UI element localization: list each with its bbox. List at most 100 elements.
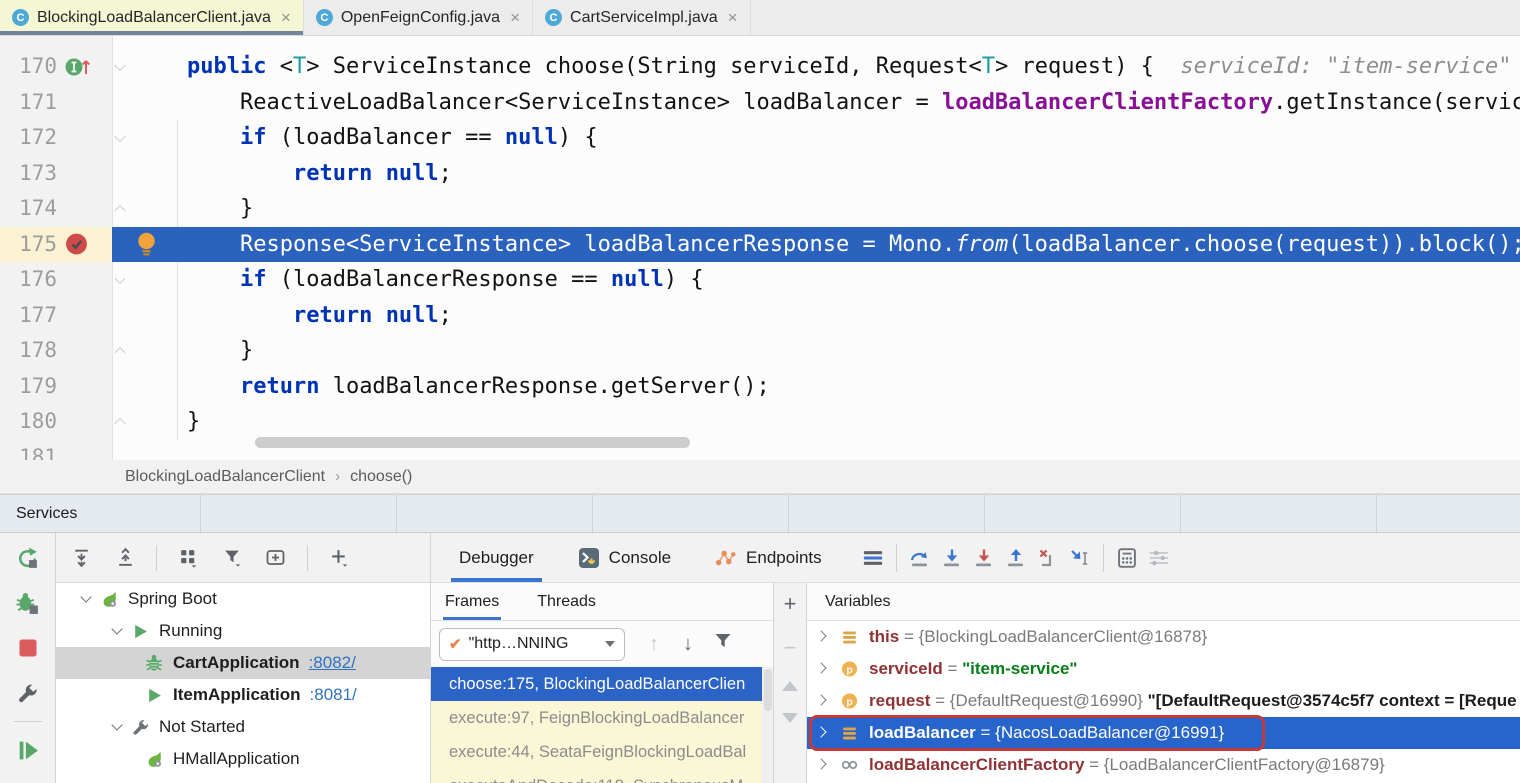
code-text[interactable]: return loadBalancerResponse.getServer(); [134,369,1520,405]
chevron-down-icon[interactable] [111,623,122,634]
tab-frames[interactable]: Frames [443,593,501,620]
code-text[interactable]: return null; [134,298,1520,334]
services-tree-row[interactable]: Spring Boot [56,583,430,615]
code-line[interactable]: 178 } [0,333,1520,369]
view-options-icon[interactable] [862,547,884,569]
thread-selector-dropdown[interactable]: ✔ "http…NNING [439,628,625,661]
services-tree-row[interactable]: CartApplication:8082/ [56,647,430,679]
chevron-right-icon[interactable] [815,662,826,673]
restart-debug-button[interactable] [15,590,41,616]
tab-endpoints[interactable]: Endpoints [711,533,826,582]
code-line[interactable]: 172 if (loadBalancer == null) { [0,120,1520,156]
chevron-down-icon[interactable] [80,591,91,602]
tab-threads[interactable]: Threads [535,593,598,620]
step-over-button[interactable] [909,547,931,569]
stack-frame-row[interactable]: choose:175, BlockingLoadBalancerClien [431,667,773,701]
services-tree-row[interactable]: Running [56,615,430,647]
code-line[interactable]: 179 return loadBalancerResponse.getServe… [0,369,1520,405]
stack-frame-row[interactable]: executeAndDecode:118, SynchronousM [431,769,773,783]
previous-frame-button[interactable]: ↑ [649,633,659,656]
add-watch-button[interactable]: + [784,593,797,615]
evaluate-expression-button[interactable] [1116,547,1138,569]
breadcrumb-class[interactable]: BlockingLoadBalancerClient [125,468,325,486]
services-tree-row[interactable]: Not Started [56,711,430,743]
variable-row[interactable]: loadBalancer = {NacosLoadBalancer@16991} [807,717,1520,749]
close-icon[interactable]: × [510,9,520,26]
expand-all-button[interactable] [68,545,94,571]
stack-frame-row[interactable]: execute:97, FeignBlockingLoadBalancer [431,701,773,735]
code-line[interactable]: 174 } [0,191,1520,227]
code-line[interactable]: 173 return null; [0,156,1520,192]
scroll-down-button[interactable] [782,713,798,723]
filter-frames-button[interactable] [713,631,733,657]
code-text[interactable]: } [134,404,1520,440]
tab-console[interactable]: Console [574,533,675,582]
variable-row[interactable]: this = {BlockingLoadBalancerClient@16878… [807,621,1520,653]
add-configuration-button[interactable] [263,545,289,571]
chevron-down-icon[interactable] [111,719,122,730]
code-text[interactable]: Response<ServiceInstance> loadBalancerRe… [134,227,1520,263]
layout-settings-button[interactable] [1148,547,1170,569]
remove-watch-button[interactable]: − [784,637,797,659]
stop-button[interactable] [15,635,41,661]
code-line[interactable]: 177 return null; [0,298,1520,334]
horizontal-scrollbar[interactable] [255,437,690,448]
step-into-button[interactable] [941,547,963,569]
force-step-into-button[interactable] [973,547,995,569]
fold-start-icon[interactable] [114,130,125,141]
edit-configuration-button[interactable] [15,680,41,706]
fold-start-icon[interactable] [114,59,125,70]
code-line[interactable]: 175 Response<ServiceInstance> loadBalanc… [0,227,1520,263]
code-text[interactable]: } [134,191,1520,227]
filter-button[interactable] [219,545,245,571]
fold-start-icon[interactable] [114,272,125,283]
code-line[interactable]: 176 if (loadBalancerResponse == null) { [0,262,1520,298]
code-text[interactable]: ReactiveLoadBalancer<ServiceInstance> lo… [134,85,1520,121]
step-out-button[interactable] [1005,547,1027,569]
code-line[interactable]: 180 } [0,404,1520,440]
add-service-button[interactable] [326,545,352,571]
code-text[interactable]: if (loadBalancer == null) { [134,120,1520,156]
tab-debugger[interactable]: Debugger [455,533,538,582]
implementing-method-icon[interactable] [64,56,94,78]
chevron-right-icon[interactable] [815,630,826,641]
services-tree-row[interactable] [56,775,430,783]
chevron-right-icon[interactable] [815,758,826,769]
editor-tab[interactable]: COpenFeignConfig.java× [304,0,533,35]
variable-row[interactable]: loadBalancerClientFactory = {LoadBalance… [807,749,1520,781]
port-link[interactable]: :8081/ [310,685,357,705]
fold-end-icon[interactable] [114,347,125,358]
code-text[interactable]: return null; [134,156,1520,192]
breakpoint-icon[interactable] [64,232,89,257]
editor-tab[interactable]: CCartServiceImpl.java× [533,0,751,35]
services-panel-header[interactable]: Services [0,494,1520,533]
code-line[interactable]: 170 public <T> ServiceInstance choose(St… [0,49,1520,85]
close-icon[interactable]: × [728,9,738,26]
close-icon[interactable]: × [281,9,291,26]
code-editor[interactable]: 170 public <T> ServiceInstance choose(St… [0,36,1520,460]
code-text[interactable]: public <T> ServiceInstance choose(String… [134,49,1520,85]
variable-row[interactable]: pserviceId = "item-service" [807,653,1520,685]
code-line[interactable]: 181 [0,440,1520,461]
fold-end-icon[interactable] [114,205,125,216]
port-link[interactable]: :8082/ [309,653,356,673]
chevron-right-icon[interactable] [815,726,826,737]
fold-end-icon[interactable] [114,418,125,429]
stack-frame-row[interactable]: execute:44, SeataFeignBlockingLoadBal [431,735,773,769]
next-frame-button[interactable]: ↓ [683,633,693,656]
editor-tab[interactable]: CBlockingLoadBalancerClient.java× [0,0,304,35]
frames-scrollbar[interactable] [762,667,773,783]
services-tree-row[interactable]: HMallApplication [56,743,430,775]
breadcrumb-method[interactable]: choose() [350,468,412,486]
scroll-up-button[interactable] [782,681,798,691]
run-to-cursor-button[interactable] [1069,547,1091,569]
resume-button[interactable] [15,737,41,763]
intention-bulb-icon[interactable] [135,231,158,263]
collapse-all-button[interactable] [112,545,138,571]
rerun-button[interactable] [15,545,41,571]
code-line[interactable]: 171 ReactiveLoadBalancer<ServiceInstance… [0,85,1520,121]
code-text[interactable]: if (loadBalancerResponse == null) { [134,262,1520,298]
group-by-button[interactable] [175,545,201,571]
variable-row[interactable]: prequest = {DefaultRequest@16990} "[Defa… [807,685,1520,717]
drop-frame-button[interactable] [1037,547,1059,569]
